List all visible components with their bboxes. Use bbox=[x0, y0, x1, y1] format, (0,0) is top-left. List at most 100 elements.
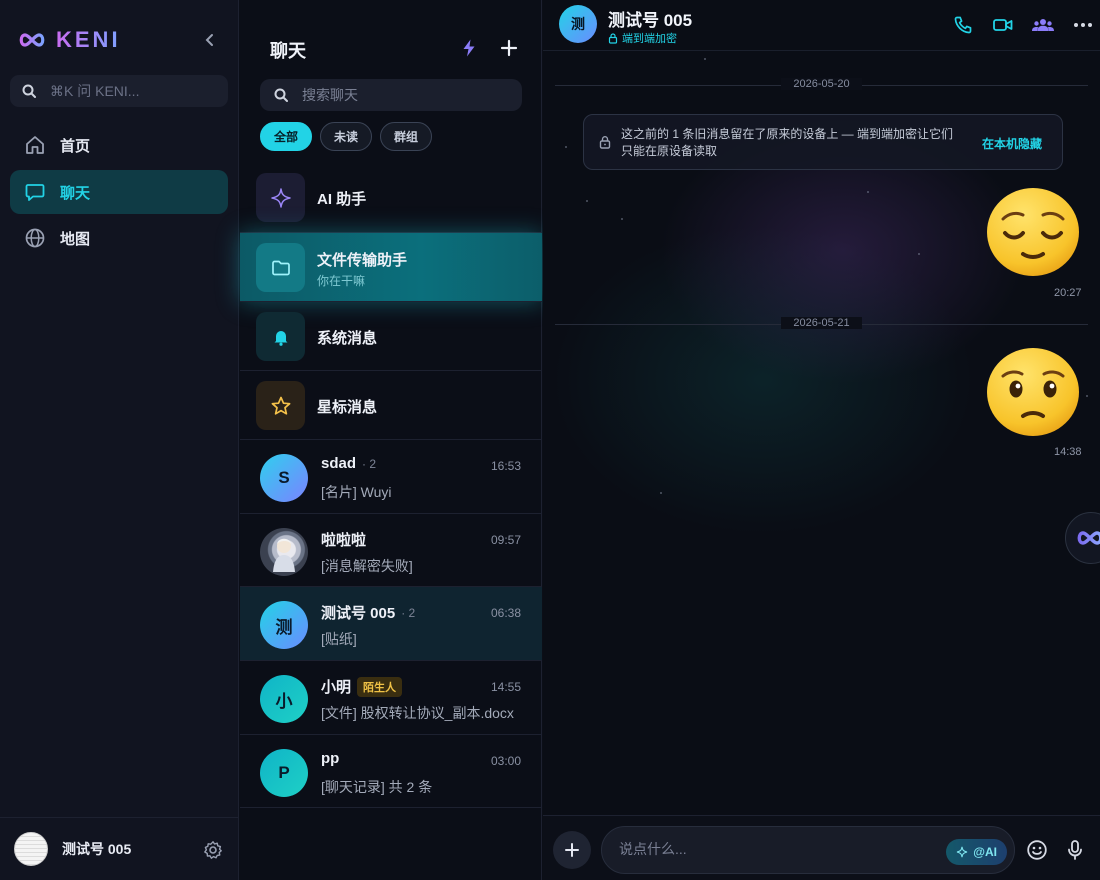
chat-search-input[interactable] bbox=[302, 87, 502, 103]
message-input[interactable] bbox=[619, 841, 919, 857]
list-item-name: 星标消息 bbox=[317, 399, 378, 416]
chat-preview: [聊天记录] 共 2 条 bbox=[321, 779, 433, 795]
unread-count: · 2 bbox=[401, 605, 416, 620]
chat-name-line: sdad · 2 bbox=[321, 455, 376, 472]
collapse-sidebar-button[interactable] bbox=[198, 28, 222, 52]
unread-count: · 2 bbox=[362, 456, 377, 471]
attach-plus-button[interactable] bbox=[553, 831, 591, 869]
chat-name: sdad bbox=[321, 455, 357, 472]
ai-assistant-icon-tile bbox=[256, 173, 305, 222]
background-star bbox=[565, 146, 567, 148]
background-star bbox=[621, 218, 623, 220]
group-users-icon bbox=[1032, 19, 1054, 31]
mention-ai-button[interactable]: @AI bbox=[946, 839, 1007, 865]
gear-icon[interactable] bbox=[203, 840, 223, 860]
voice-input-button[interactable] bbox=[1063, 838, 1087, 862]
avatar: P bbox=[260, 749, 308, 797]
pinned-ai-assistant[interactable]: AI 助手 bbox=[240, 163, 542, 233]
video-call-button[interactable] bbox=[991, 13, 1015, 37]
avatar: 测 bbox=[260, 601, 308, 649]
filter-groups-chip[interactable]: 群组 bbox=[380, 122, 433, 151]
global-search-input[interactable]: ⌘K 问 KENI... bbox=[10, 75, 228, 107]
background-star bbox=[867, 191, 869, 193]
emoji-picker-button[interactable] bbox=[1025, 838, 1049, 862]
brand[interactable]: KENI bbox=[18, 26, 121, 54]
background-star bbox=[918, 253, 920, 255]
nav-item-chat[interactable]: 聊天 bbox=[10, 170, 228, 214]
star-icon bbox=[271, 396, 290, 415]
sparkle-icon bbox=[270, 187, 291, 208]
avatar[interactable]: 测 bbox=[559, 5, 597, 43]
filter-unread-chip[interactable]: 未读 bbox=[320, 122, 373, 151]
nav-item-label: 首页 bbox=[60, 137, 91, 155]
date-text: 2026-05-21 bbox=[781, 317, 862, 329]
sparkle-icon bbox=[957, 846, 968, 858]
chat-name: 测试号 005 bbox=[321, 605, 396, 622]
chat-row[interactable]: P pp 03:00 [聊天记录] 共 2 条 bbox=[240, 735, 542, 808]
chat-preview: [贴纸] bbox=[321, 631, 357, 647]
lightning-icon[interactable] bbox=[459, 38, 479, 58]
current-user-name: 测试号 005 bbox=[62, 841, 132, 857]
video-camera-icon bbox=[993, 19, 1013, 31]
new-chat-plus-icon[interactable] bbox=[498, 37, 520, 59]
chat-icon bbox=[25, 184, 45, 201]
background-star bbox=[660, 492, 662, 494]
chat-name-line: pp bbox=[321, 750, 339, 767]
conversation-header: 测 测试号 005 端到端加密 bbox=[543, 0, 1100, 51]
avatar bbox=[260, 528, 308, 576]
notice-text: 这之前的 1 条旧消息留在了原来的设备上 — 端到端加密让它们只能在原设备读取 bbox=[621, 127, 954, 158]
mention-ai-label: @AI bbox=[973, 845, 997, 859]
avatar[interactable] bbox=[14, 832, 48, 866]
encryption-status: 端到端加密 bbox=[608, 30, 677, 46]
date-separator: 2026-05-20 bbox=[555, 77, 1088, 93]
filter-chips: 全部 未读 群组 bbox=[260, 122, 433, 151]
sticker-face-with-tear-emoji[interactable] bbox=[985, 346, 1081, 438]
filter-all-chip[interactable]: 全部 bbox=[260, 122, 313, 151]
chat-name-line: 啦啦啦 bbox=[321, 529, 366, 550]
background-star bbox=[704, 58, 706, 60]
conversation-title[interactable]: 测试号 005 bbox=[608, 6, 692, 31]
voice-call-button[interactable] bbox=[951, 13, 975, 37]
chat-search-field[interactable] bbox=[260, 79, 522, 111]
infinity-logo-icon bbox=[1077, 531, 1100, 545]
photo-avatar-figure bbox=[273, 538, 295, 572]
sticker-relieved-face-emoji[interactable] bbox=[985, 186, 1081, 278]
floating-ai-button[interactable] bbox=[1065, 512, 1100, 564]
background-star bbox=[1086, 395, 1088, 397]
nav-item-home[interactable]: 首页 bbox=[10, 123, 228, 167]
chat-preview: [名片] Wuyi bbox=[321, 484, 392, 500]
pinned-starred-messages[interactable]: 星标消息 bbox=[240, 371, 542, 440]
chat-name: pp bbox=[321, 750, 340, 767]
pinned-system-messages[interactable]: 系统消息 bbox=[240, 302, 542, 371]
chat-time: 16:53 bbox=[490, 459, 521, 473]
pinned-file-transfer[interactable]: 文件传输助手 你在干嘛 bbox=[240, 233, 542, 302]
list-item-name: AI 助手 bbox=[317, 191, 367, 208]
more-dots-icon bbox=[1074, 23, 1092, 27]
chat-preview: [消息解密失败] bbox=[321, 558, 413, 574]
chat-row[interactable]: S sdad · 2 16:53 [名片] Wuyi bbox=[240, 440, 542, 514]
chat-name-line: 测试号 005 · 2 bbox=[321, 602, 415, 623]
chat-row[interactable]: 啦啦啦 09:57 [消息解密失败] bbox=[240, 514, 542, 587]
group-members-button[interactable] bbox=[1031, 13, 1055, 37]
chat-time: 09:57 bbox=[490, 533, 521, 547]
file-transfer-icon-tile bbox=[256, 243, 305, 292]
chat-name-line: 小明 陌生人 bbox=[321, 676, 403, 697]
brand-name: KENI bbox=[56, 27, 121, 52]
starred-messages-icon-tile bbox=[256, 381, 305, 430]
chat-preview: [文件] 股权转让协议_副本.docx bbox=[321, 705, 514, 721]
chevron-left-icon bbox=[205, 34, 213, 46]
chat-row[interactable]: 小 小明 陌生人 14:55 [文件] 股权转让协议_副本.docx bbox=[240, 661, 542, 735]
more-options-button[interactable] bbox=[1071, 13, 1095, 37]
message-time: 20:27 bbox=[1054, 287, 1082, 299]
phone-icon bbox=[954, 16, 972, 34]
chat-name: 小明 bbox=[321, 679, 352, 696]
chat-name: 啦啦啦 bbox=[321, 532, 367, 549]
date-separator-label: 2026-05-21 bbox=[555, 317, 1088, 329]
avatar: S bbox=[260, 454, 308, 502]
nav-item-map[interactable]: 地图 bbox=[10, 216, 228, 260]
microphone-icon bbox=[1068, 840, 1082, 860]
hide-locally-button[interactable]: 在本机隐藏 bbox=[982, 135, 1042, 152]
chat-row-selected[interactable]: 测 测试号 005 · 2 06:38 [贴纸] bbox=[240, 587, 542, 661]
current-user[interactable]: 测试号 005 bbox=[0, 817, 239, 880]
list-item-name: 系统消息 bbox=[317, 330, 378, 347]
